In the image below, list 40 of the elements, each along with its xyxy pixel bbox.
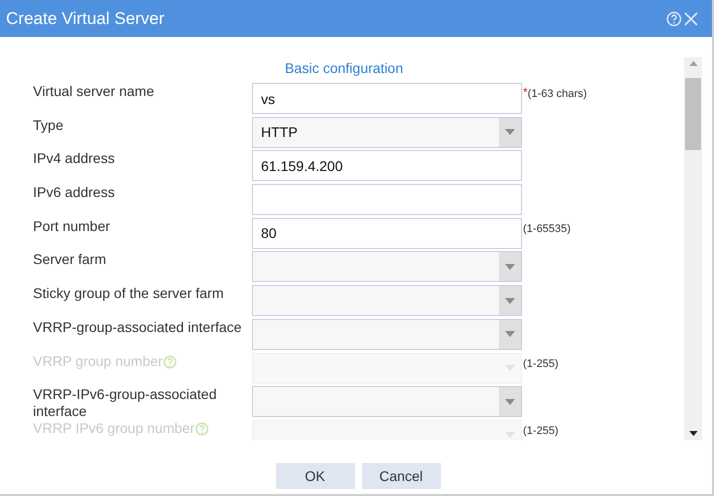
text-field[interactable]: 80 (252, 218, 522, 249)
caret-icon (505, 264, 515, 270)
required-mark: * (523, 84, 528, 100)
caret-icon (505, 432, 515, 438)
select-field[interactable] (252, 386, 522, 418)
help-icon[interactable] (666, 10, 682, 26)
dialog-button[interactable]: OK (276, 463, 354, 489)
section-title: Basic configuration (284, 59, 404, 78)
select-field[interactable] (252, 251, 522, 282)
field-hint: (1-255) (523, 424, 558, 439)
dialog-button[interactable]: Cancel (362, 463, 440, 489)
select-field[interactable]: HTTP (252, 116, 522, 148)
scrollbar[interactable] (684, 57, 702, 440)
field-label: IPv6 address (33, 184, 115, 202)
caret-icon (505, 331, 515, 338)
field-label: Port number (33, 218, 110, 235)
field-label: Sticky group of the server farm (33, 285, 224, 302)
scrollbar-thumb[interactable] (685, 78, 701, 150)
text-field[interactable]: 61.159.4.200 (252, 150, 522, 182)
field-label: Server farm (33, 251, 106, 268)
close-icon[interactable] (684, 12, 698, 26)
field-label: VRRP-IPv6-group-associated interface (33, 386, 218, 420)
caret-icon (505, 129, 515, 136)
select-field[interactable] (252, 285, 522, 316)
scroll-up-icon[interactable] (688, 61, 698, 66)
field-hint: (1-255) (523, 356, 558, 372)
select-field[interactable] (252, 318, 522, 350)
caret-icon (505, 298, 515, 304)
text-field[interactable]: vs (252, 83, 522, 114)
select-value: HTTP (261, 122, 298, 142)
caret-icon (505, 398, 515, 405)
field-label: IPv4 address (33, 150, 115, 168)
field-hint: (1-65535) (523, 222, 571, 237)
scroll-down-icon[interactable] (688, 431, 698, 436)
field-label: Type (33, 116, 64, 134)
field-hint: (1-63 chars) (528, 87, 587, 102)
window-title: Create Virtual Server (6, 8, 164, 30)
field-label: Virtual server name (33, 83, 154, 100)
text-field[interactable] (252, 184, 522, 216)
field-label: VRRP-group-associated interface (33, 318, 242, 336)
